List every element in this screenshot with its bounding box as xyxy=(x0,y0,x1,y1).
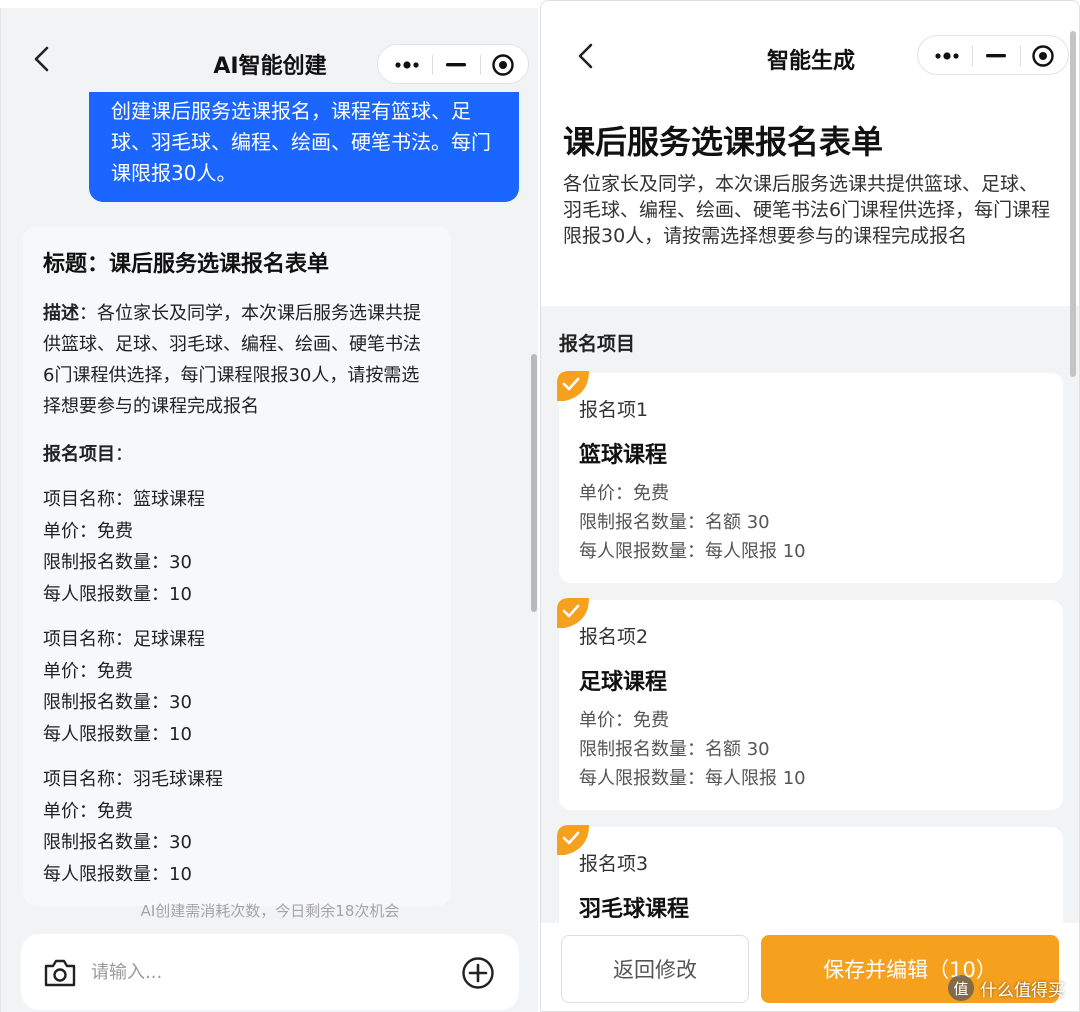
chat-input-bar xyxy=(21,934,519,1010)
minus-icon xyxy=(446,63,466,67)
list-item: 项目名称：足球课程 单价：免费 限制报名数量：30 每人限报数量：10 xyxy=(43,624,431,750)
plus-circle-icon xyxy=(462,957,494,989)
item-price: 单价：免费 xyxy=(43,520,133,542)
item-limit: 限制报名数量：30 xyxy=(43,692,192,713)
card-index: 报名项1 xyxy=(579,399,649,421)
capsule-menu xyxy=(377,44,529,84)
form-header: 智能生成 课后服务选课报名表单 各位家长及同学，本次课后服务选课共提供篮球、足球… xyxy=(541,1,1079,306)
minus-icon xyxy=(986,54,1006,58)
desc-text: ：各位家长及同学，本次课后服务选课共提供篮球、足球、羽毛球、编程、绘画、硬笔书法… xyxy=(43,303,421,417)
watermark-text: 什么值得买 xyxy=(980,980,1065,1001)
more-button[interactable] xyxy=(382,45,432,85)
item-per-person: 每人限报数量：10 xyxy=(43,863,192,885)
camera-icon xyxy=(44,959,76,987)
close-miniapp-button[interactable] xyxy=(478,45,528,85)
items-label: 报名项目 xyxy=(43,444,115,465)
camera-button[interactable] xyxy=(43,958,77,988)
minimize-button[interactable] xyxy=(971,36,1021,76)
card-price: 单价：免费 xyxy=(579,710,669,731)
minimize-button[interactable] xyxy=(431,45,481,85)
registration-item-card[interactable]: 报名项1 篮球课程 单价：免费 限制报名数量：名额 30 每人限报数量：每人限报… xyxy=(557,371,1063,583)
card-per-person: 每人限报数量：每人限报 10 xyxy=(579,768,806,789)
card-name: 篮球课程 xyxy=(579,443,668,468)
scrollbar[interactable] xyxy=(1070,31,1076,377)
more-dots-icon xyxy=(935,52,959,60)
card-index: 报名项2 xyxy=(579,626,649,648)
item-price: 单价：免费 xyxy=(43,660,133,682)
capsule-menu xyxy=(917,35,1069,75)
desc-label: 描述 xyxy=(43,303,79,324)
nav-bar: AI智能创建 xyxy=(1,8,538,94)
chat-input[interactable] xyxy=(91,954,441,990)
items-heading: 报名项目： xyxy=(43,440,431,470)
item-name: 项目名称：足球课程 xyxy=(43,629,205,650)
card-limit: 限制报名数量：名额 30 xyxy=(579,739,770,760)
reply-description: 描述：各位家长及同学，本次课后服务选课共提供篮球、足球、羽毛球、编程、绘画、硬笔… xyxy=(43,298,431,422)
card-price: 单价：免费 xyxy=(579,483,669,504)
card-name: 足球课程 xyxy=(579,670,668,695)
chat-screen: AI智能创建 创建课后服务选课报名，课程有篮球、足球、羽毛球、编程、绘画、硬笔书… xyxy=(0,8,538,1012)
more-button[interactable] xyxy=(922,36,972,76)
list-item: 项目名称：篮球课程 单价：免费 限制报名数量：30 每人限报数量：10 xyxy=(43,484,431,610)
item-price: 单价：免费 xyxy=(43,800,133,822)
ai-reply-card: 标题：课后服务选课报名表单 描述：各位家长及同学，本次课后服务选课共提供篮球、足… xyxy=(23,226,451,906)
card-per-person: 每人限报数量：每人限报 10 xyxy=(579,541,806,562)
scrollbar[interactable] xyxy=(531,354,537,612)
target-close-icon xyxy=(1032,45,1054,67)
return-edit-button[interactable]: 返回修改 xyxy=(561,935,749,1003)
items-colon: ： xyxy=(115,444,133,465)
card-index: 报名项3 xyxy=(579,853,649,875)
form-title: 课后服务选课报名表单 xyxy=(563,123,884,161)
item-limit: 限制报名数量：30 xyxy=(43,552,192,573)
form-preview-screen: 智能生成 课后服务选课报名表单 各位家长及同学，本次课后服务选课共提供篮球、足球… xyxy=(540,0,1080,1012)
section-label: 报名项目 xyxy=(559,333,636,355)
add-button[interactable] xyxy=(461,956,495,990)
ai-usage-note: AI创建需消耗次数，今日剩余18次机会 xyxy=(140,902,400,920)
registration-item-card[interactable]: 报名项2 足球课程 单价：免费 限制报名数量：名额 30 每人限报数量：每人限报… xyxy=(557,598,1063,810)
user-message-bubble: 创建课后服务选课报名，课程有篮球、足球、羽毛球、编程、绘画、硬笔书法。每门课限报… xyxy=(89,92,519,202)
list-item: 项目名称：羽毛球课程 单价：免费 限制报名数量：30 每人限报数量：10 xyxy=(43,764,431,890)
item-limit: 限制报名数量：30 xyxy=(43,832,192,853)
item-per-person: 每人限报数量：10 xyxy=(43,723,192,745)
form-description: 各位家长及同学，本次课后服务选课共提供篮球、足球、羽毛球、编程、绘画、硬笔书法6… xyxy=(563,173,1051,247)
watermark-logo: 值 xyxy=(948,975,974,1001)
more-dots-icon xyxy=(395,61,419,69)
close-miniapp-button[interactable] xyxy=(1018,36,1068,76)
target-close-icon xyxy=(492,54,514,76)
watermark: 值 什么值得买 xyxy=(948,970,1065,1006)
reply-title: 标题：课后服务选课报名表单 xyxy=(43,252,330,277)
item-name: 项目名称：篮球课程 xyxy=(43,489,205,510)
card-name: 羽毛球课程 xyxy=(579,897,690,922)
item-per-person: 每人限报数量：10 xyxy=(43,583,192,605)
item-name: 项目名称：羽毛球课程 xyxy=(43,769,223,790)
card-limit: 限制报名数量：名额 30 xyxy=(579,512,770,533)
